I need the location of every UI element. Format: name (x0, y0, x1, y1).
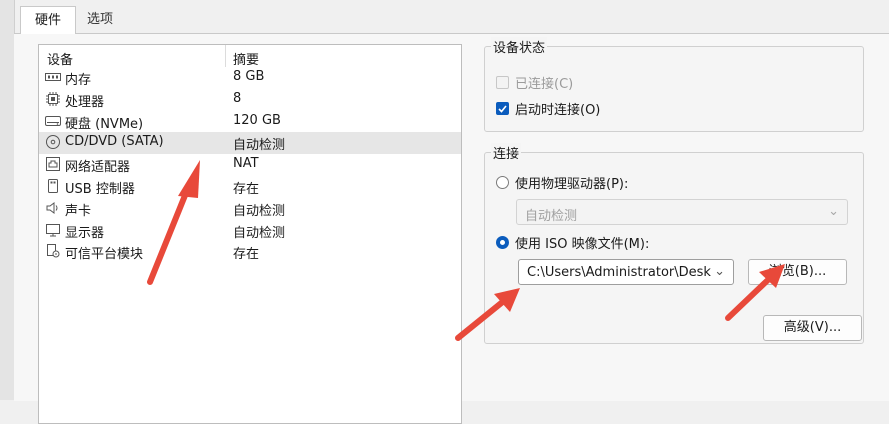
usb-icon (45, 178, 61, 194)
checkmark-icon (498, 104, 507, 113)
physical-drive-radio[interactable] (496, 176, 509, 189)
device-row-memory[interactable]: 内存 8 GB (39, 67, 461, 89)
chevron-down-icon: ⌄ (828, 204, 839, 219)
device-name: 网络适配器 (65, 160, 131, 176)
iso-image-label[interactable]: 使用 ISO 映像文件(M): (515, 233, 649, 252)
device-status-group: 设备状态 已连接(C) 启动时连接(O) (484, 37, 864, 132)
device-row-sound-card[interactable]: 声卡 自动检测 (39, 198, 461, 220)
device-summary: 120 GB (233, 112, 281, 128)
display-icon (45, 222, 61, 238)
device-summary: NAT (233, 156, 259, 172)
device-summary: 8 GB (233, 69, 265, 84)
disk-icon (45, 113, 61, 129)
browse-button[interactable]: 浏览(B)... (748, 259, 847, 285)
device-name: USB 控制器 (65, 181, 135, 197)
iso-path-combobox[interactable]: C:\Users\Administrator\Desk ⌄ (518, 259, 734, 285)
column-separator[interactable] (225, 45, 226, 67)
physical-drive-option[interactable]: 使用物理驱动器(P): (496, 173, 628, 192)
device-row-disk[interactable]: 硬盘 (NVMe) 120 GB (39, 111, 461, 133)
memory-icon (45, 69, 61, 85)
physical-drive-label[interactable]: 使用物理驱动器(P): (515, 173, 628, 192)
connect-at-power-on-label[interactable]: 启动时连接(O) (515, 99, 600, 118)
device-summary: 自动检测 (233, 225, 286, 241)
device-summary: 存在 (233, 247, 260, 263)
connected-option: 已连接(C) (496, 73, 573, 92)
device-row-network-adapter[interactable]: 网络适配器 NAT (39, 154, 461, 176)
trusted-platform-icon (45, 243, 61, 259)
processor-icon (45, 91, 61, 107)
device-summary: 8 (233, 90, 242, 106)
tab-bar: 硬件 选项 (14, 0, 889, 34)
device-name: 显示器 (65, 225, 105, 241)
connect-at-power-on-option[interactable]: 启动时连接(O) (496, 99, 600, 118)
device-row-usb[interactable]: USB 控制器 存在 (39, 176, 461, 198)
network-adapter-icon (45, 156, 61, 172)
device-row-display[interactable]: 显示器 自动检测 (39, 220, 461, 242)
physical-drive-select: 自动检测 ⌄ (516, 199, 848, 225)
device-name: 硬盘 (NVMe) (65, 116, 144, 132)
device-summary: 自动检测 (233, 203, 286, 219)
device-name: 内存 (65, 73, 92, 88)
connection-title: 连接 (491, 143, 522, 162)
device-row-processor[interactable]: 处理器 8 (39, 89, 461, 111)
iso-image-option[interactable]: 使用 ISO 映像文件(M): (496, 233, 649, 252)
chevron-down-icon[interactable]: ⌄ (714, 264, 725, 279)
iso-path-value[interactable]: C:\Users\Administrator\Desk (527, 265, 711, 280)
advanced-button[interactable]: 高级(V)... (763, 315, 862, 341)
device-name: 声卡 (65, 203, 92, 219)
sound-card-icon (45, 200, 61, 216)
device-row-trusted-platform[interactable]: 可信平台模块 存在 (39, 241, 461, 263)
connected-label: 已连接(C) (515, 77, 574, 92)
column-header-device[interactable]: 设备 (47, 49, 73, 68)
device-list[interactable]: 设备 摘要 内存 8 GB 处理器 8 硬盘 (NVMe) 120 GB CD/… (38, 44, 462, 424)
device-name: 处理器 (65, 94, 105, 110)
device-list-header: 设备 摘要 (39, 45, 461, 68)
device-summary: 存在 (233, 181, 260, 197)
connect-at-power-on-checkbox[interactable] (496, 102, 509, 115)
device-status-title: 设备状态 (491, 37, 548, 56)
device-name: CD/DVD (SATA) (65, 134, 164, 150)
device-name: 可信平台模块 (65, 247, 144, 263)
connected-checkbox (496, 76, 509, 89)
device-row-cd-dvd[interactable]: CD/DVD (SATA) 自动检测 (39, 132, 461, 155)
tab-hardware[interactable]: 硬件 (20, 6, 76, 34)
tab-options[interactable]: 选项 (76, 6, 124, 34)
cd-dvd-icon (45, 134, 61, 150)
physical-drive-value: 自动检测 (525, 209, 578, 224)
background-window-edge (0, 0, 15, 400)
iso-image-radio[interactable] (496, 236, 509, 249)
device-summary: 自动检测 (233, 138, 286, 154)
column-header-summary[interactable]: 摘要 (233, 49, 259, 68)
